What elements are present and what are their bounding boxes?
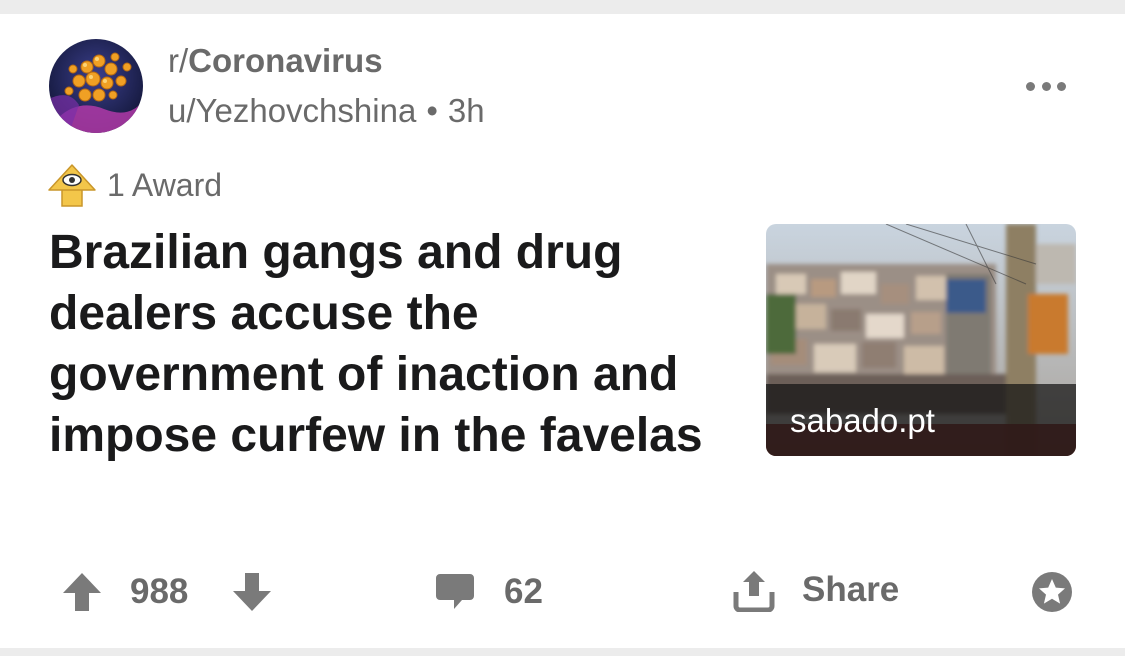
awards-row[interactable]: 1 Award [47,162,222,208]
post-title[interactable]: Brazilian gangs and drug dealers accuse … [49,222,739,466]
downvote-button[interactable] [230,570,274,614]
give-award-button[interactable] [1030,570,1074,614]
comments-button[interactable]: 62 [434,572,543,612]
subreddit-avatar[interactable] [49,39,143,133]
more-options-icon[interactable] [1026,76,1066,96]
subreddit-prefix: r/ [168,42,189,79]
share-button[interactable]: Share [732,568,899,612]
post-age: 3h [447,92,485,129]
link-domain: sabado.pt [790,402,935,439]
more-dot [1041,81,1051,91]
post-card[interactable]: r/Coronavirus u/Yezhovchshina • 3h 1 Award… [0,14,1125,648]
subreddit-label: Coronavirus [188,42,383,79]
vote-score: 988 [130,572,189,611]
awards-count: 1 Award [107,166,223,203]
award-icon [48,164,96,207]
comments-count: 62 [504,572,543,611]
downvote-arrow-icon [233,573,271,611]
post-actions-bar: 988 62 Share [0,560,1125,620]
share-upload-icon [733,571,775,612]
more-dot [1057,81,1066,91]
virus-avatar-image [49,39,143,133]
link-thumbnail[interactable]: sabado.pt [766,224,1076,456]
byline-separator: • [426,92,438,129]
subreddit-name[interactable]: r/Coronavirus [168,42,383,80]
give-award-icon [1032,572,1072,612]
post-byline: u/Yezhovchshina • 3h [168,92,485,130]
more-dot [1026,81,1035,91]
upvote-arrow-icon [63,573,101,611]
share-label: Share [802,570,900,609]
author-link[interactable]: u/Yezhovchshina [168,92,416,129]
comment-bubble-icon [436,574,474,609]
upvote-button[interactable] [60,570,104,614]
